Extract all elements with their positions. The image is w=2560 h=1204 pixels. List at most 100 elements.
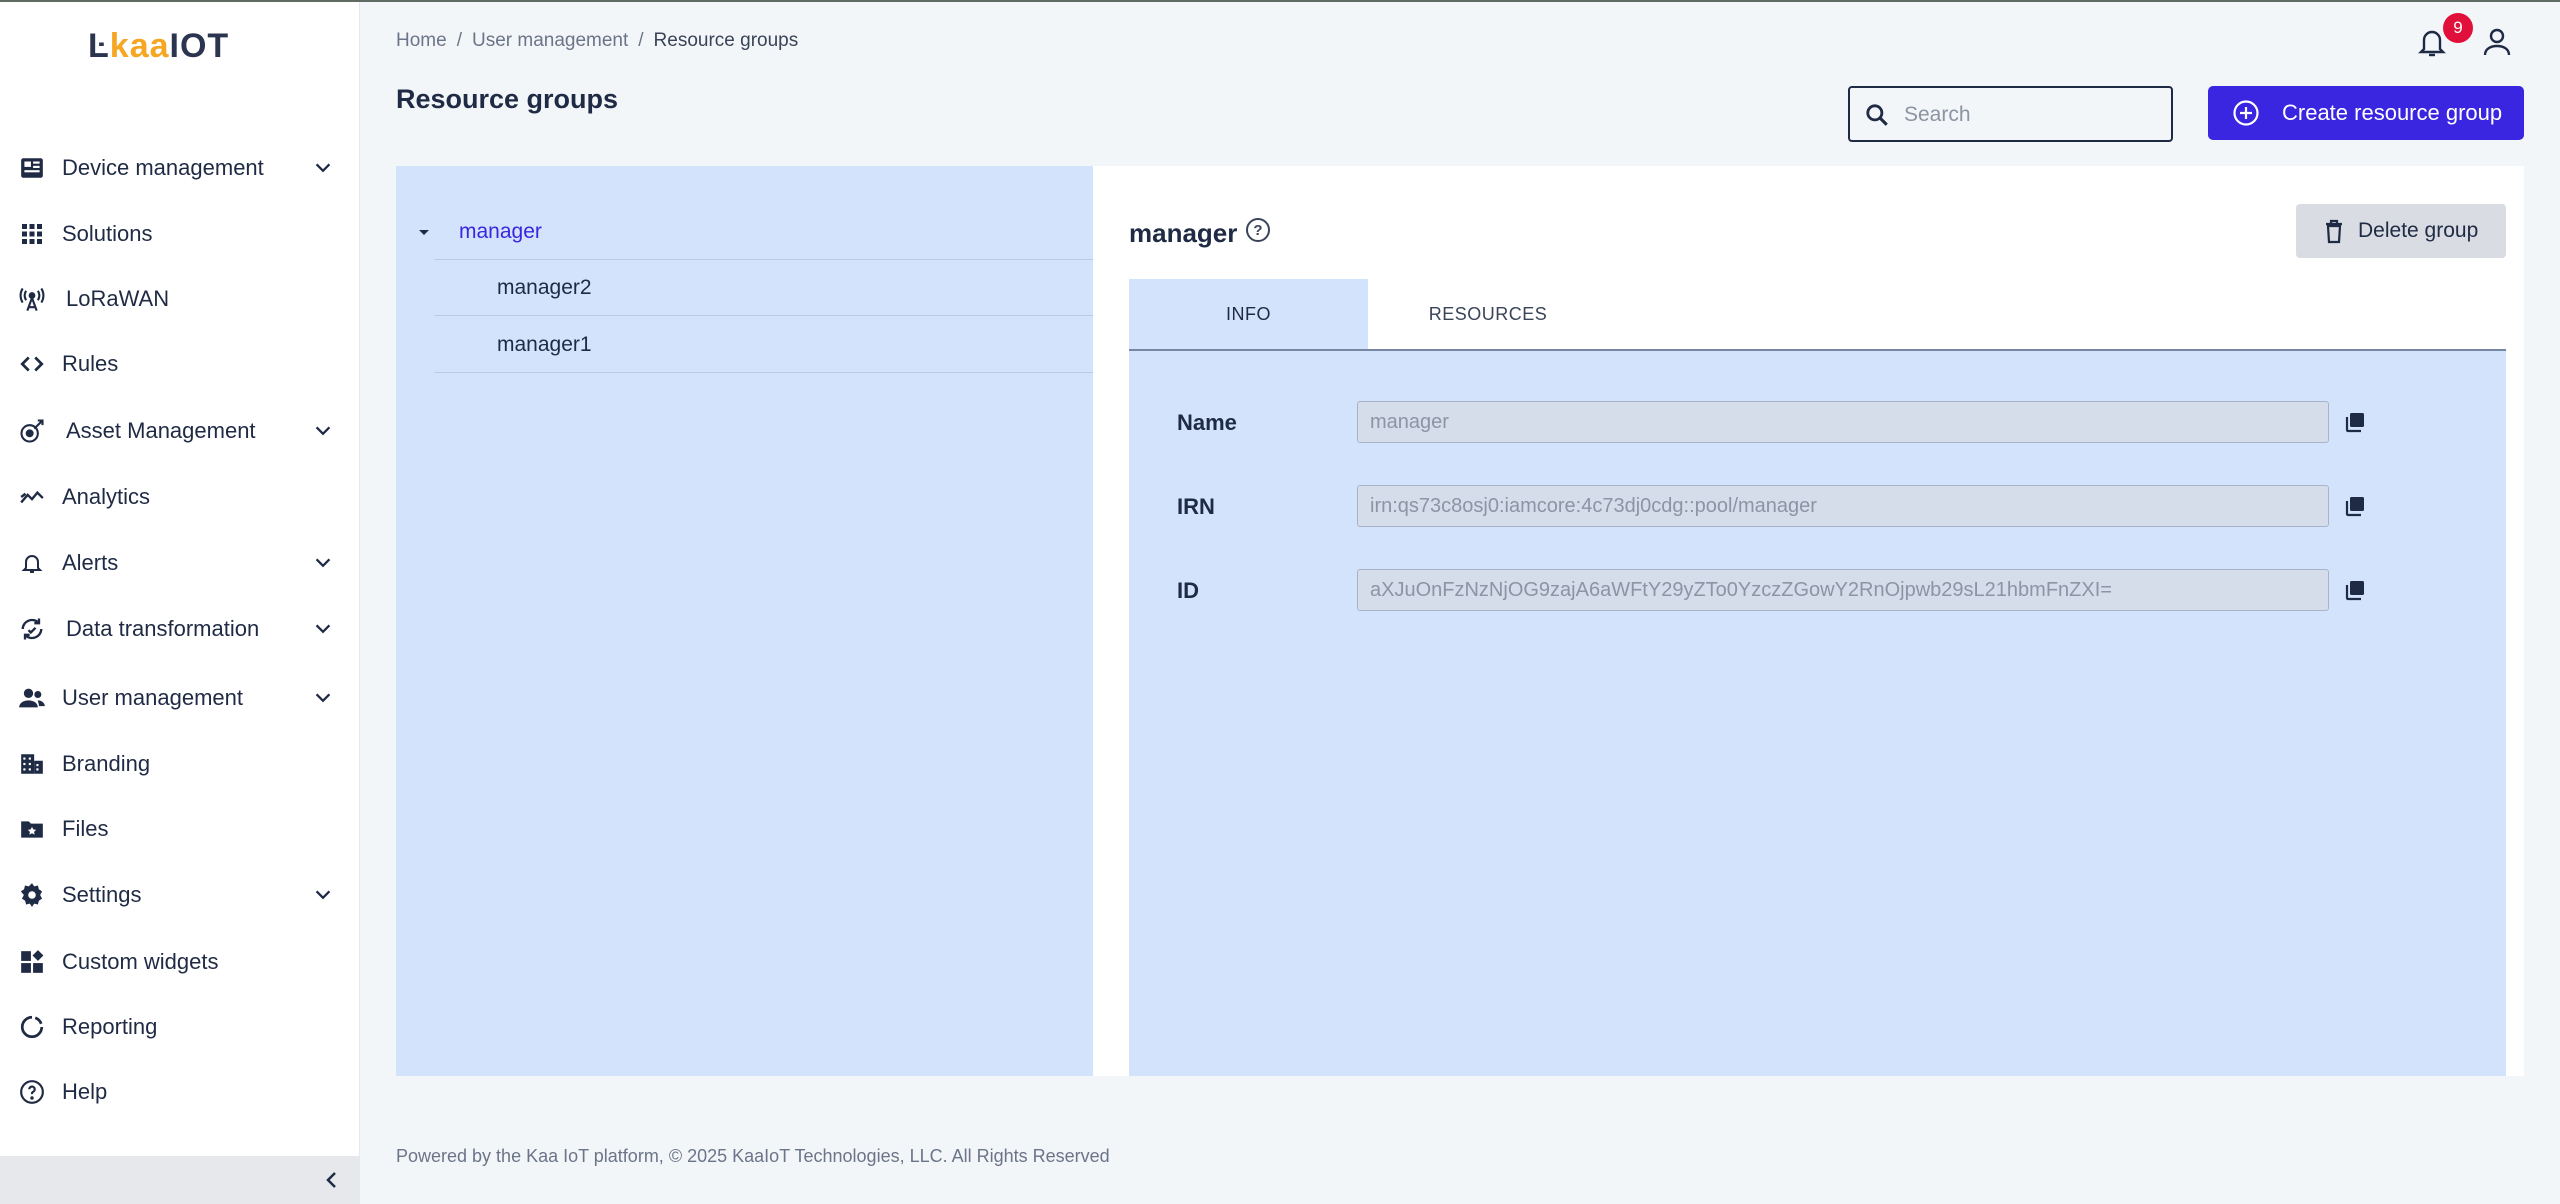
reporting-icon (18, 1013, 46, 1041)
tab-resources[interactable]: RESOURCES (1368, 279, 1608, 349)
kaaiot-logo[interactable]: ĿkaaIOT (88, 26, 229, 66)
search-icon (1866, 104, 1888, 126)
sidebar-item-data-transformation[interactable]: Data transformation (0, 601, 360, 657)
irn-field[interactable] (1357, 485, 2329, 527)
search-input[interactable] (1904, 96, 2164, 134)
tree-item-label: manager1 (497, 333, 592, 356)
name-field[interactable] (1357, 401, 2329, 443)
tree-item-manager1[interactable]: manager1 (434, 317, 1093, 373)
sidebar-item-label: Settings (62, 882, 142, 907)
transform-icon (18, 615, 46, 643)
trash-icon (2326, 219, 2342, 244)
sidebar-collapse-button[interactable] (0, 1156, 360, 1204)
top-border (0, 0, 2560, 2)
breadcrumb-separator: / (456, 30, 462, 51)
search-box (1848, 86, 2173, 142)
group-title: manager (1129, 218, 1238, 248)
delete-group-label: Delete group (2358, 219, 2479, 242)
sidebar-item-label: Solutions (62, 221, 153, 246)
sidebar-item-asset-management[interactable]: Asset Management (0, 403, 360, 459)
sidebar-item-label: Files (62, 816, 109, 841)
sidebar-item-label: Reporting (62, 1014, 158, 1039)
widgets-icon (18, 948, 46, 976)
chevron-down-icon (315, 426, 331, 436)
tree-divider (434, 372, 1093, 373)
create-resource-group-label: Create resource group (2282, 100, 2503, 125)
copy-icon[interactable] (2343, 494, 2367, 518)
page-title: Resource groups (396, 84, 619, 114)
sidebar-item-analytics[interactable]: Analytics (0, 469, 360, 525)
chevron-down-icon (315, 558, 331, 568)
name-label: Name (1177, 410, 1237, 435)
caret-down-icon[interactable] (414, 222, 434, 242)
sidebar-item-label: Device management (62, 155, 264, 180)
delete-group-button[interactable]: Delete group (2296, 204, 2506, 258)
copy-icon[interactable] (2343, 578, 2367, 602)
id-label: ID (1177, 578, 1199, 603)
breadcrumb-separator: / (638, 30, 644, 51)
sidebar-item-solutions[interactable]: Solutions (0, 206, 360, 262)
device-icon (18, 154, 46, 182)
sidebar-item-user-management[interactable]: User management (0, 670, 360, 726)
sidebar-item-label: Asset Management (66, 418, 256, 443)
folder-icon (18, 815, 46, 843)
analytics-icon (18, 483, 46, 511)
add-circle-icon (2233, 100, 2259, 126)
sidebar-item-label: Custom widgets (62, 949, 219, 974)
sidebar-item-device-management[interactable]: Device management (0, 140, 360, 196)
grid-icon (18, 220, 46, 248)
resource-group-tree: manager manager2 manager1 (396, 166, 1093, 1076)
antenna-icon (18, 285, 46, 313)
sidebar-item-lorawan[interactable]: LoRaWAN (0, 271, 360, 327)
chevron-down-icon (315, 693, 331, 703)
sidebar-item-settings[interactable]: Settings (0, 867, 360, 923)
users-icon (18, 684, 46, 712)
copy-icon[interactable] (2343, 410, 2367, 434)
help-icon (18, 1078, 46, 1106)
id-field[interactable] (1357, 569, 2329, 611)
tab-info[interactable]: INFO (1129, 279, 1368, 349)
resource-group-detail: manager ? Delete group INFO RESOURCES Na… (1093, 166, 2524, 1076)
tree-divider (434, 315, 1093, 316)
detail-tabs: INFO RESOURCES (1129, 279, 2506, 351)
chevron-down-icon (315, 163, 331, 173)
breadcrumb-user-management[interactable]: User management (472, 30, 628, 52)
breadcrumb-home[interactable]: Home (396, 30, 447, 52)
asset-icon (18, 417, 46, 445)
code-icon (18, 350, 46, 378)
footer-copyright: Powered by the Kaa IoT platform, © 2025 … (396, 1146, 1110, 1166)
building-icon (18, 750, 46, 778)
breadcrumb: Home / User management / Resource groups (396, 30, 798, 52)
sidebar-item-files[interactable]: Files (0, 801, 360, 857)
sidebar-item-label: Data transformation (66, 616, 260, 641)
tree-item-label: manager (459, 220, 542, 243)
sidebar-item-label: Analytics (62, 484, 151, 509)
sidebar-item-branding[interactable]: Branding (0, 736, 360, 792)
chevron-down-icon (315, 890, 331, 900)
chevron-down-icon (315, 624, 331, 634)
sidebar-item-label: Branding (62, 751, 151, 776)
tree-item-label: manager2 (497, 276, 592, 299)
tree-item-manager[interactable]: manager (396, 204, 1093, 260)
sidebar-item-help[interactable]: Help (0, 1064, 360, 1120)
sidebar-item-label: User management (62, 685, 243, 710)
sidebar-item-custom-widgets[interactable]: Custom widgets (0, 934, 360, 990)
notification-count-badge: 9 (2443, 13, 2473, 43)
user-profile-icon[interactable] (2477, 22, 2517, 62)
bell-icon (18, 549, 46, 577)
sidebar-item-label: Help (62, 1079, 108, 1104)
gear-icon (18, 881, 46, 909)
chevron-left-icon (326, 1172, 336, 1188)
sidebar-item-label: LoRaWAN (66, 286, 170, 311)
help-icon[interactable]: ? (1246, 218, 1270, 242)
irn-label: IRN (1177, 494, 1215, 519)
sidebar: ĿkaaIOT Device management Solutions LoRa… (0, 2, 360, 1204)
create-resource-group-button[interactable]: Create resource group (2208, 86, 2524, 140)
sidebar-item-label: Alerts (62, 550, 119, 575)
sidebar-item-rules[interactable]: Rules (0, 336, 360, 392)
breadcrumb-current: Resource groups (653, 30, 799, 51)
tree-item-manager2[interactable]: manager2 (434, 260, 1093, 316)
sidebar-item-reporting[interactable]: Reporting (0, 999, 360, 1055)
sidebar-item-alerts[interactable]: Alerts (0, 535, 360, 591)
info-panel: Name IRN ID (1129, 351, 2506, 1076)
